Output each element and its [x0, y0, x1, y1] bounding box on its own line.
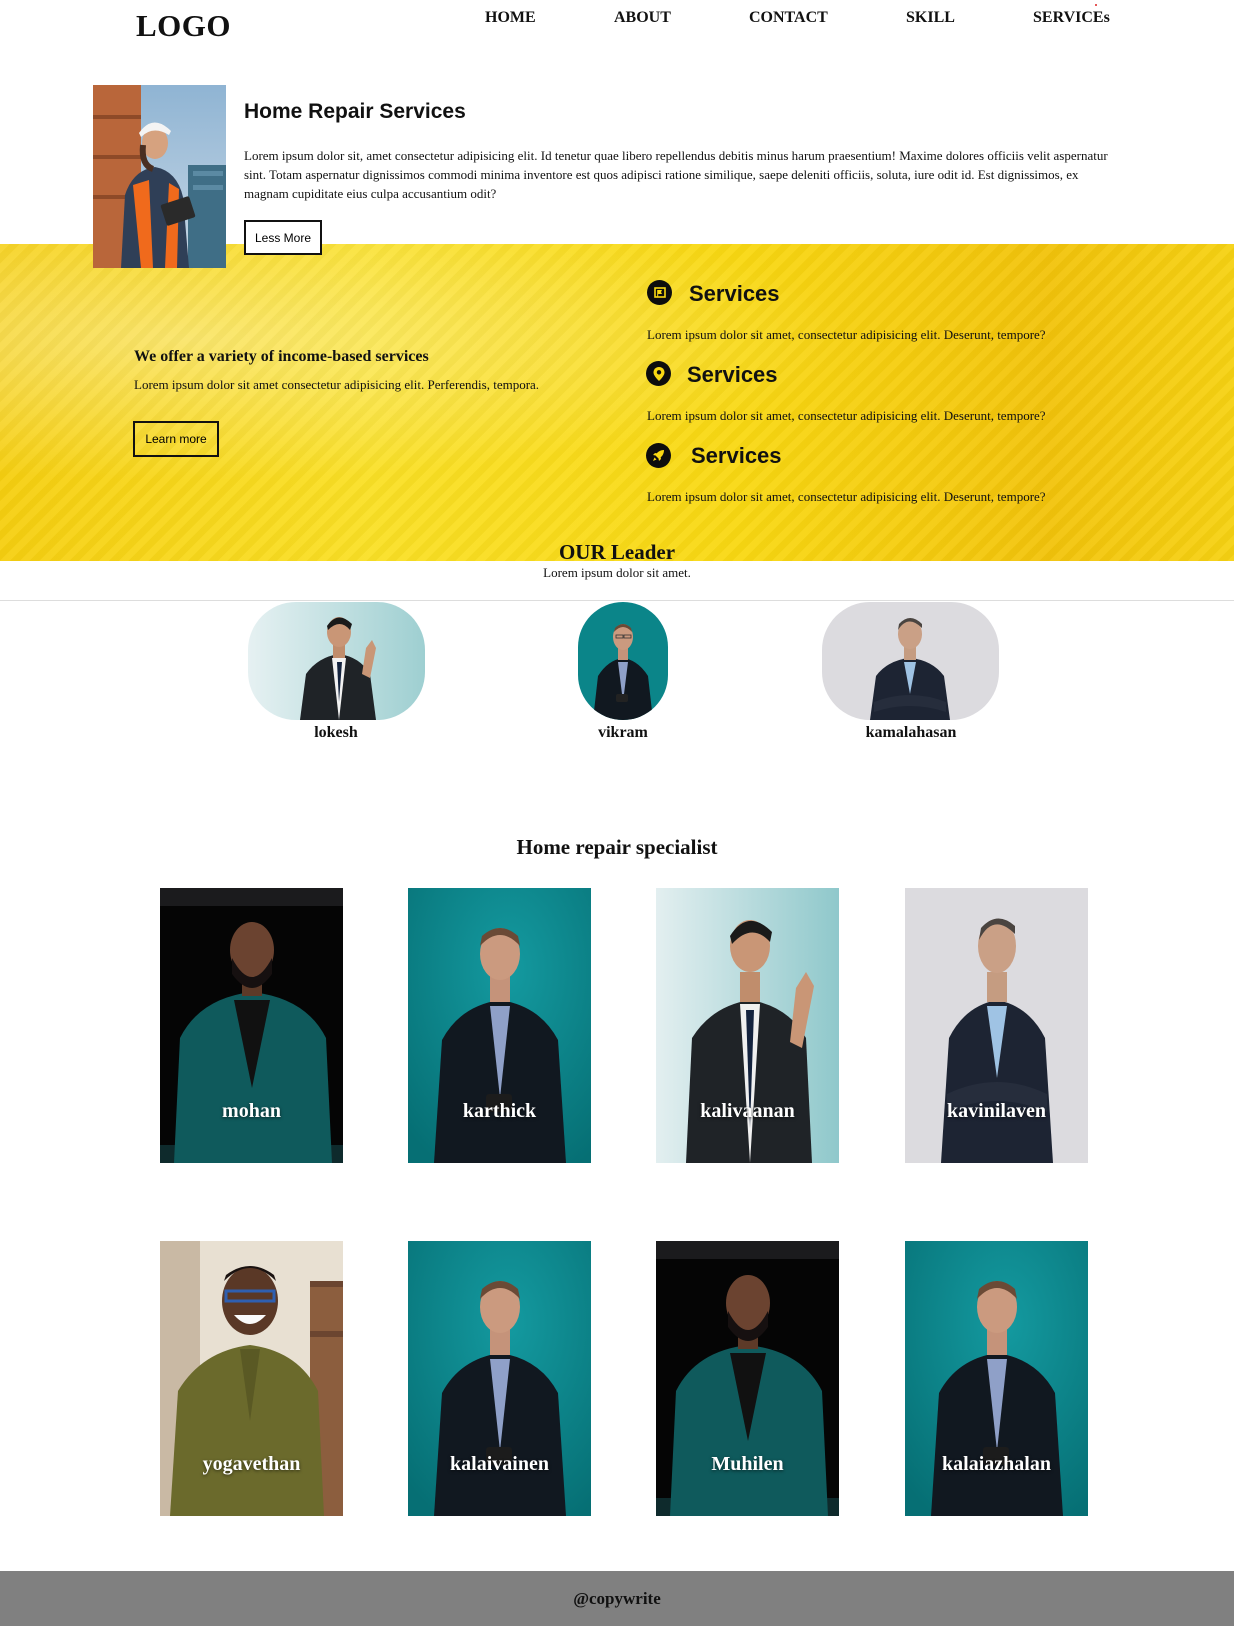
- leader-avatar: [578, 602, 668, 720]
- service-title: Services: [689, 281, 780, 306]
- intro-title: Home Repair Services: [244, 100, 466, 123]
- specialist-card[interactable]: Muhilen: [656, 1241, 839, 1516]
- nav-contact[interactable]: CONTACT: [749, 9, 828, 27]
- specialist-name: kalaivainen: [450, 1453, 549, 1475]
- map-pin-icon: [646, 361, 671, 386]
- services-band: [0, 244, 1234, 561]
- specialist-name: mohan: [222, 1100, 281, 1122]
- service-text: Lorem ipsum dolor sit amet, consectetur …: [647, 489, 1046, 504]
- nav-marker-dot: [1095, 4, 1097, 6]
- offer-text: Lorem ipsum dolor sit amet consectetur a…: [134, 377, 540, 392]
- less-more-button[interactable]: Less More: [244, 220, 322, 255]
- specialist-card[interactable]: kalaiazhalan: [905, 1241, 1088, 1516]
- nav-about[interactable]: ABOUT: [614, 9, 671, 27]
- leader-name: kamalahasan: [865, 724, 957, 741]
- specialist-name: karthick: [462, 1100, 537, 1122]
- specialist-name: Muhilen: [711, 1453, 784, 1475]
- learn-more-button[interactable]: Learn more: [133, 421, 219, 457]
- service-title: Services: [687, 362, 778, 387]
- service-text: Lorem ipsum dolor sit amet, consectetur …: [647, 408, 1046, 423]
- specialist-card[interactable]: mohan: [160, 888, 343, 1163]
- specialist-card[interactable]: kalaivainen: [408, 1241, 591, 1516]
- specialist-card[interactable]: kalivaanan: [656, 888, 839, 1163]
- specialist-card[interactable]: karthick: [408, 888, 591, 1163]
- nav-home[interactable]: HOME: [485, 9, 536, 27]
- logo[interactable]: LOGO: [136, 8, 231, 44]
- leader-subtitle: Lorem ipsum dolor sit amet.: [543, 565, 691, 580]
- offer-title: We offer a variety of income-based servi…: [134, 348, 429, 365]
- intro-text: Lorem ipsum dolor sit, amet consectetur …: [244, 148, 1108, 201]
- specialist-card[interactable]: kavinilaven: [905, 888, 1088, 1163]
- specialist-card[interactable]: yogavethan: [160, 1241, 343, 1516]
- leader-name: lokesh: [314, 724, 358, 741]
- leader-avatar: [248, 602, 425, 720]
- copyright-text: @copywrite: [573, 1588, 661, 1608]
- service-text: Lorem ipsum dolor sit amet, consectetur …: [647, 327, 1046, 342]
- nav-skill[interactable]: SKILL: [906, 9, 955, 27]
- specialist-name: kavinilaven: [947, 1100, 1046, 1122]
- specialist-heading: Home repair specialist: [516, 835, 718, 859]
- footer: @copywrite: [0, 1571, 1234, 1626]
- flag-icon: [647, 280, 672, 305]
- rocket-icon: [646, 443, 671, 468]
- leader-heading: OUR Leader: [558, 540, 676, 564]
- divider: [0, 600, 1234, 601]
- specialist-name: kalivaanan: [700, 1100, 795, 1122]
- specialist-name: kalaiazhalan: [942, 1453, 1051, 1475]
- leader-avatar: [822, 602, 999, 720]
- leader-name: vikram: [598, 724, 648, 741]
- worker-photo: [93, 85, 226, 268]
- service-title: Services: [691, 443, 782, 468]
- nav-services[interactable]: SERVICEs: [1033, 9, 1110, 27]
- specialist-name: yogavethan: [202, 1453, 301, 1475]
